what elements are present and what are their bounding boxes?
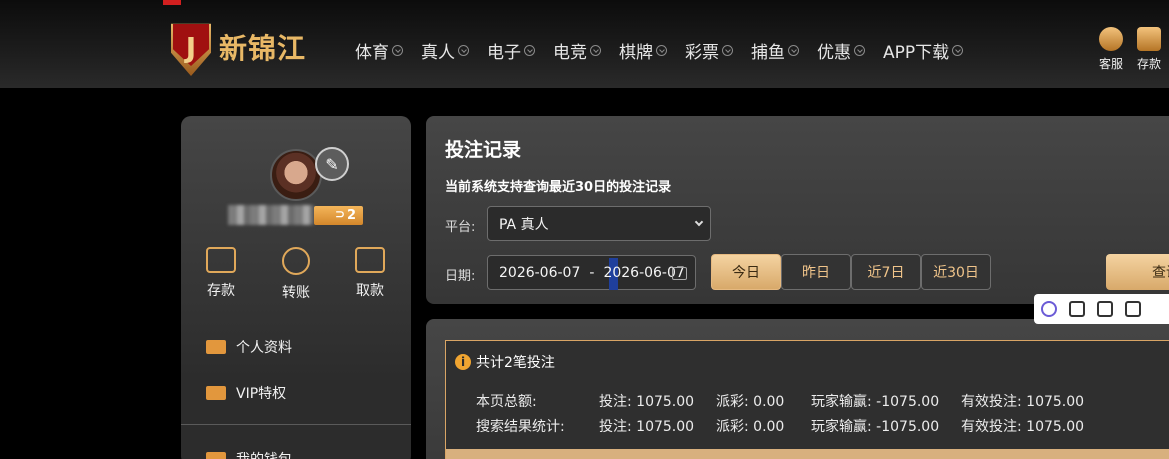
nav-promotions[interactable]: 优惠 xyxy=(817,38,865,63)
sidebar-item-vip[interactable]: VIP特权 xyxy=(206,383,286,403)
chevron-down-icon xyxy=(524,45,535,56)
nav-live-casino[interactable]: 真人 xyxy=(421,38,469,63)
date-separator: - xyxy=(589,264,595,281)
assistant-icon[interactable] xyxy=(1041,301,1057,317)
account-sidebar: ✎ 2 存款 转账 取款 个人资料 VIP特权 我的钱包 xyxy=(181,116,411,459)
platform-select[interactable]: PA 真人 xyxy=(487,206,711,241)
vip-icon xyxy=(206,386,226,400)
chevron-down-icon xyxy=(656,45,667,56)
bet-records-panel: 投注记录 当前系统支持查询最近30日的投注记录 平台: PA 真人 日期: 20… xyxy=(426,116,1169,304)
customer-service-icon xyxy=(1099,27,1123,51)
extension-icon[interactable] xyxy=(1125,301,1141,317)
chevron-down-icon xyxy=(722,45,733,56)
wallet-icon xyxy=(1137,27,1161,51)
summary-box: i 共计2笔投注 本页总额: 投注: 1075.00 派彩: 0.00 玩家输赢… xyxy=(445,340,1169,459)
wallet-icon xyxy=(206,452,226,459)
page-title: 投注记录 xyxy=(445,139,522,161)
nav-slots[interactable]: 电子 xyxy=(487,38,535,63)
chevron-down-icon xyxy=(458,45,469,56)
calendar-icon[interactable] xyxy=(672,267,687,280)
site-logo[interactable]: J 新锦江 xyxy=(166,18,306,76)
deposit-icon xyxy=(206,247,236,273)
nav-fishing[interactable]: 捕鱼 xyxy=(751,38,799,63)
nav-esports[interactable]: 电竞 xyxy=(553,38,601,63)
main-nav: 体育 真人 电子 电竞 棋牌 彩票 捕鱼 优惠 APP下载 xyxy=(355,38,981,63)
deposit-action[interactable]: 存款 xyxy=(191,247,251,300)
red-marker xyxy=(163,0,181,5)
nav-sports[interactable]: 体育 xyxy=(355,38,403,63)
sidebar-divider xyxy=(181,424,411,425)
info-icon: i xyxy=(455,354,471,370)
header-actions: 客服 存款 xyxy=(1093,27,1169,72)
range-7days-button[interactable]: 近7日 xyxy=(851,254,921,290)
customer-service-button[interactable]: 客服 xyxy=(1093,27,1129,72)
bet-summary-panel: i 共计2笔投注 本页总额: 投注: 1075.00 派彩: 0.00 玩家输赢… xyxy=(426,319,1169,459)
chevron-down-icon xyxy=(788,45,799,56)
withdraw-icon xyxy=(355,247,385,273)
sidebar-item-wallet[interactable]: 我的钱包 xyxy=(206,449,292,459)
nav-lottery[interactable]: 彩票 xyxy=(685,38,733,63)
chevron-down-icon xyxy=(952,45,964,56)
avatar[interactable] xyxy=(270,149,322,201)
platform-label: 平台: xyxy=(445,220,476,235)
page-subtitle: 当前系统支持查询最近30日的投注记录 xyxy=(445,180,672,195)
deposit-header-button[interactable]: 存款 xyxy=(1131,27,1167,72)
transfer-icon xyxy=(282,247,310,275)
username-redacted xyxy=(228,205,314,225)
range-today-button[interactable]: 今日 xyxy=(711,254,781,290)
vip-level-badge: 2 xyxy=(314,206,363,225)
nav-cards[interactable]: 棋牌 xyxy=(619,38,667,63)
chevron-down-icon xyxy=(590,45,601,56)
chevron-down-icon xyxy=(392,45,403,56)
query-button[interactable]: 查询 xyxy=(1106,254,1169,290)
sidebar-item-profile[interactable]: 个人资料 xyxy=(206,337,292,357)
transfer-action[interactable]: 转账 xyxy=(266,247,326,302)
range-30days-button[interactable]: 近30日 xyxy=(921,254,991,290)
date-range-picker[interactable]: 2026-06-07 - 2026-06-07 xyxy=(487,255,696,290)
table-header-bar xyxy=(446,449,1169,459)
nav-app-download[interactable]: APP下载 xyxy=(883,38,964,63)
translate-icon[interactable] xyxy=(1097,301,1113,317)
chevron-down-icon xyxy=(694,217,704,227)
range-yesterday-button[interactable]: 昨日 xyxy=(781,254,851,290)
edit-icon: ✎ xyxy=(325,154,339,174)
date-start[interactable]: 2026-06-07 xyxy=(499,265,580,281)
edit-profile-button[interactable]: ✎ xyxy=(315,147,349,181)
date-label: 日期: xyxy=(445,269,476,284)
logo-shield-icon: J xyxy=(171,23,211,76)
chevron-down-icon xyxy=(854,45,865,56)
floating-toolbar xyxy=(1034,294,1169,324)
summary-header: i 共计2笔投注 xyxy=(455,352,555,372)
top-navigation-bar: J 新锦江 体育 真人 电子 电竞 棋牌 彩票 捕鱼 优惠 APP下载 客服 存… xyxy=(0,0,1169,88)
copy-icon[interactable] xyxy=(1069,301,1085,317)
profile-icon xyxy=(206,340,226,354)
logo-text: 新锦江 xyxy=(219,32,307,65)
withdraw-action[interactable]: 取款 xyxy=(340,247,400,300)
